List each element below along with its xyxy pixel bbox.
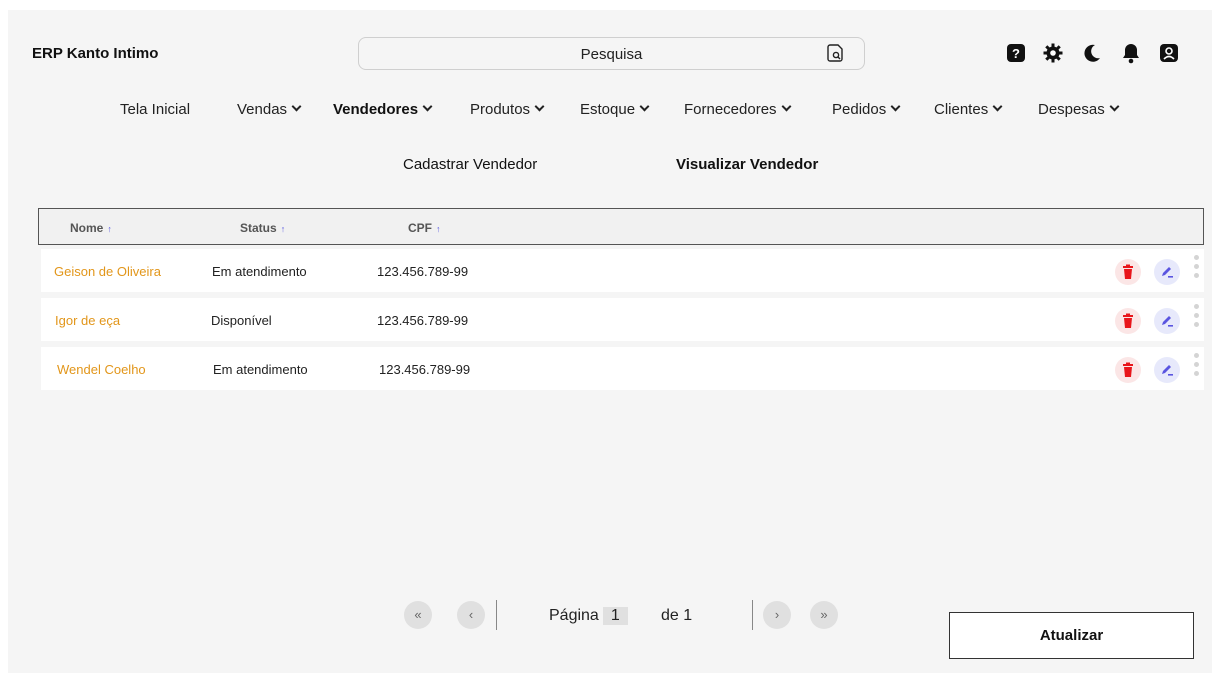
search-placeholder: Pesquisa [580,46,643,63]
edit-button[interactable] [1154,259,1180,285]
seller-cpf: 123.456.789-99 [377,264,469,279]
table-row[interactable]: Geison de Oliveira Em atendimento 123.45… [41,249,1204,292]
svg-text:?: ? [1012,46,1020,61]
seller-name[interactable]: Geison de Oliveira [54,264,161,279]
seller-status: Em atendimento [212,264,307,279]
edit-button[interactable] [1154,357,1180,383]
seller-cpf: 123.456.789-99 [377,313,469,328]
nav-item-label: Despesas [1038,101,1105,118]
nav-item-label: Vendedores [333,101,419,118]
tab-visualizar-vendedor[interactable]: Visualizar Vendedor [676,156,818,173]
table-header: Nome ↑ Status ↑ CPF ↑ [38,208,1204,245]
seller-status: Em atendimento [213,362,308,377]
prev-page-button[interactable]: ‹ [457,601,485,629]
page-indicator: Página 1 [549,607,632,625]
nav-item-fornecedores[interactable]: Fornecedores [684,101,792,118]
nav-item-clientes[interactable]: Clientes [934,101,1003,118]
search-input[interactable]: Pesquisa [358,37,865,70]
trash-icon [1123,264,1133,279]
nav-item-estoque[interactable]: Estoque [580,101,650,118]
more-options-icon[interactable] [1194,304,1200,331]
current-page-input[interactable]: 1 [602,607,628,625]
chevron-down-icon [890,101,901,112]
more-options-icon[interactable] [1194,255,1200,282]
chevron-down-icon [291,101,302,112]
more-options-icon[interactable] [1194,353,1200,380]
chevron-down-icon [534,101,545,112]
nav-item-label: Estoque [580,101,636,118]
user-icon[interactable] [1159,43,1179,63]
nav-item-label: Vendas [237,101,288,118]
nav-item-tela-inicial[interactable]: Tela Inicial [120,101,190,118]
pencil-icon [1162,267,1173,278]
column-header-status[interactable]: Status ↑ [240,221,285,235]
nav-item-vendas[interactable]: Vendas [237,101,302,118]
bell-icon[interactable] [1121,42,1141,64]
page-total: de 1 [661,607,693,624]
seller-status: Disponível [211,313,272,328]
chevron-down-icon [639,101,650,112]
help-icon[interactable]: ? [1006,43,1026,63]
last-page-button[interactable]: » [810,601,838,629]
table-row[interactable]: Wendel Coelho Em atendimento 123.456.789… [41,347,1204,390]
delete-button[interactable] [1115,357,1141,383]
sort-icon[interactable]: ↑ [107,224,112,234]
page-label: Página [549,607,599,624]
seller-cpf: 123.456.789-99 [379,362,471,377]
trash-icon [1123,313,1133,328]
column-header-cpf[interactable]: CPF ↑ [408,221,441,235]
chevron-down-icon [1109,101,1120,112]
column-label: CPF [408,221,432,235]
next-page-button[interactable]: › [763,601,791,629]
nav-item-vendedores[interactable]: Vendedores [333,101,433,118]
column-label: Status [240,221,277,235]
edit-button[interactable] [1154,308,1180,334]
nav-item-label: Produtos [470,101,531,118]
pencil-icon [1162,316,1173,327]
sort-icon[interactable]: ↑ [281,224,286,234]
moon-icon[interactable] [1082,43,1102,63]
trash-icon [1123,362,1133,377]
nav-item-label: Pedidos [832,101,887,118]
nav-item-pedidos[interactable]: Pedidos [832,101,901,118]
refresh-button[interactable]: Atualizar [949,612,1194,659]
seller-name[interactable]: Igor de eça [55,313,120,328]
chevron-down-icon [422,101,433,112]
column-label: Nome [70,221,104,235]
search-icon[interactable] [826,43,844,63]
tab-cadastrar-vendedor[interactable]: Cadastrar Vendedor [403,156,537,173]
column-header-nome[interactable]: Nome ↑ [70,221,112,235]
chevron-down-icon [781,101,792,112]
pencil-icon [1162,365,1173,376]
seller-name[interactable]: Wendel Coelho [57,362,146,377]
app-title: ERP Kanto Intimo [32,45,159,62]
chevron-down-icon [992,101,1003,112]
nav-item-label: Fornecedores [684,101,777,118]
pager-divider [752,600,753,630]
nav-item-despesas[interactable]: Despesas [1038,101,1120,118]
sort-icon[interactable]: ↑ [436,224,441,234]
gear-icon[interactable] [1043,43,1063,63]
delete-button[interactable] [1115,259,1141,285]
delete-button[interactable] [1115,308,1141,334]
nav-item-label: Clientes [934,101,989,118]
pager-divider [496,600,497,630]
nav-item-produtos[interactable]: Produtos [470,101,545,118]
first-page-button[interactable]: « [404,601,432,629]
nav-item-label: Tela Inicial [120,101,191,118]
table-row[interactable]: Igor de eça Disponível 123.456.789-99 [41,298,1204,341]
